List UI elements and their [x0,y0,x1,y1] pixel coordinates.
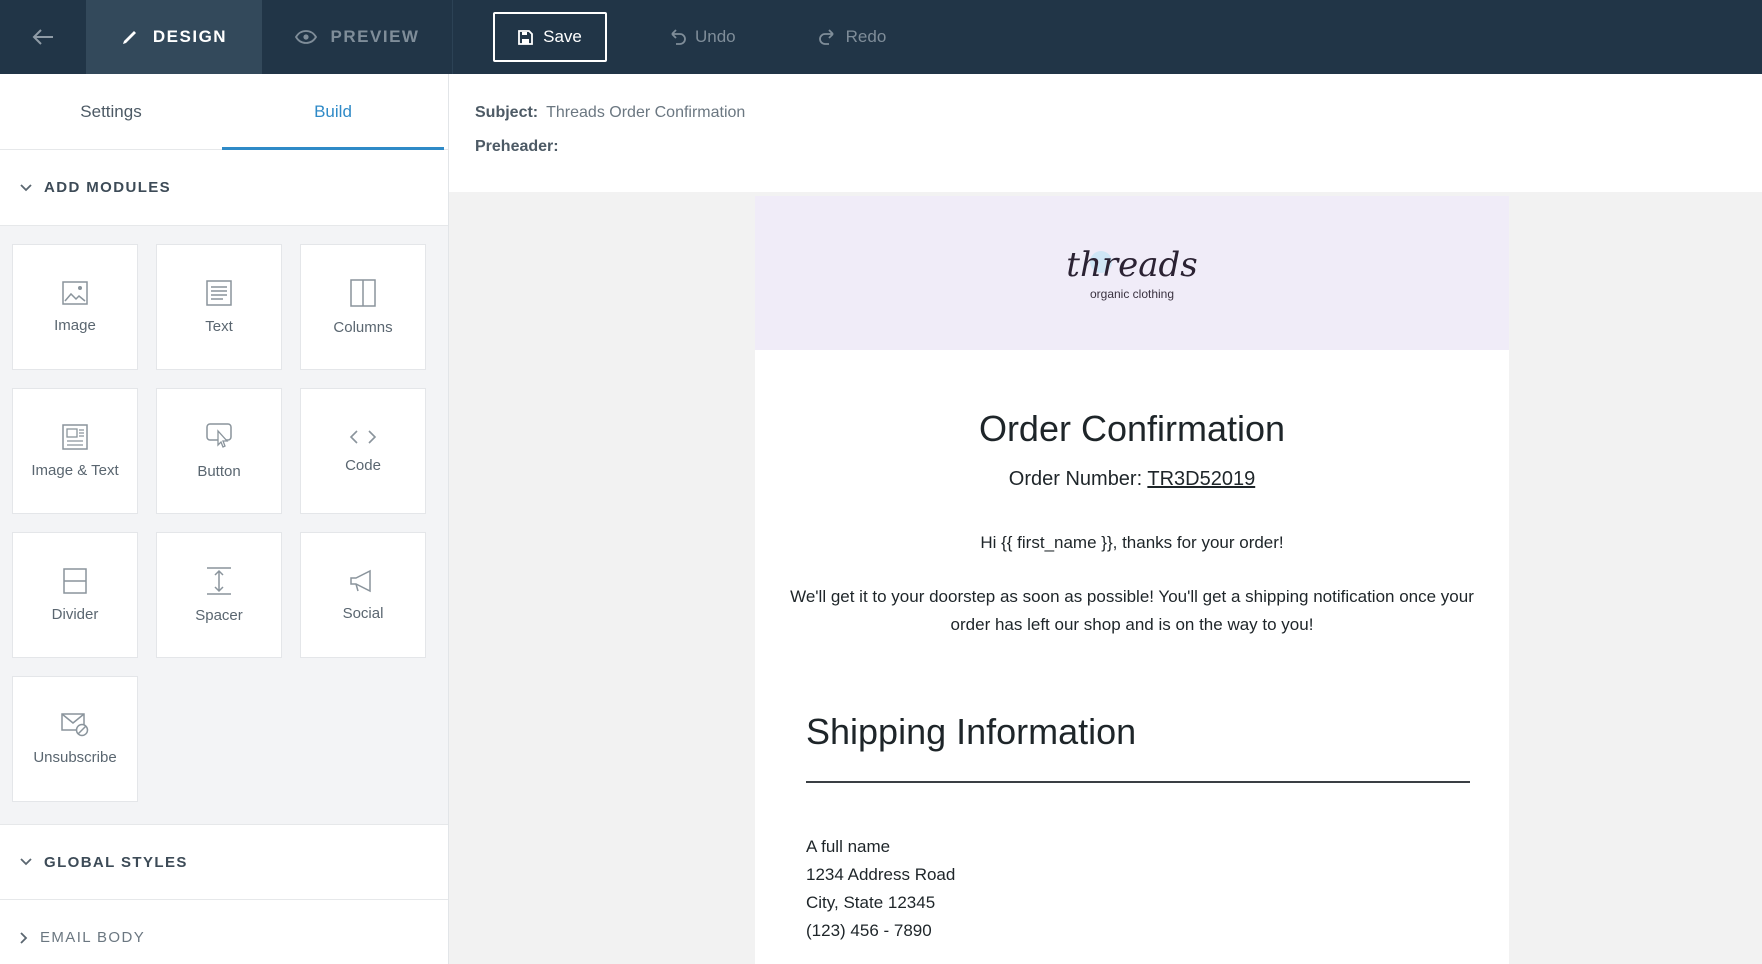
save-button-label: Save [543,27,582,46]
spacer-icon [207,566,231,595]
address-line: 1234 Address Road [806,865,956,884]
subject-row[interactable]: Subject: Threads Order Confirmation [475,104,1762,138]
module-label: Image & Text [31,461,119,479]
email-body-label: EMAIL BODY [40,929,146,946]
button-icon [206,422,232,448]
module-label: Image [54,316,96,334]
address-line: A full name [806,837,891,856]
chevron-down-icon [20,183,32,191]
order-number-label: Order Number: [1008,468,1143,490]
undo-button[interactable]: Undo [667,27,736,47]
email-preview: threads organic clothing Order Confirmat… [755,196,1509,964]
email-body-header[interactable]: EMAIL BODY [0,900,448,964]
undo-icon [671,29,686,45]
megaphone-icon [350,569,371,592]
preview-tab-label: PREVIEW [330,27,420,46]
undo-label: Undo [695,27,736,46]
module-button[interactable]: Button [156,388,282,514]
chevron-right-icon [20,931,28,944]
preview-tab[interactable]: PREVIEW [262,0,452,74]
module-label: Social [342,604,384,622]
module-label: Text [205,317,233,335]
tab-build[interactable]: Build [222,74,444,150]
add-modules-label: ADD MODULES [44,179,172,196]
logo-tagline: organic clothing [1089,287,1175,301]
module-columns[interactable]: Columns [300,244,426,370]
columns-icon [350,278,376,307]
unsubscribe-icon [61,712,89,736]
order-number-link[interactable]: TR3D52019 [1147,468,1255,490]
module-image-text[interactable]: Image & Text [12,388,138,514]
image-icon [62,280,88,305]
message-text[interactable]: We'll get it to your doorstep as soon as… [783,583,1481,639]
eye-icon [294,30,317,44]
module-social[interactable]: Social [300,532,426,658]
module-spacer[interactable]: Spacer [156,532,282,658]
design-tab-label: DESIGN [152,27,228,46]
tab-settings[interactable]: Settings [0,74,222,149]
brand-logo: threads [1066,245,1197,285]
sidebar: Settings Build ADD MODULES Image Text Co… [0,74,449,964]
save-disk-icon [518,29,534,45]
email-title[interactable]: Order Confirmation [755,408,1509,450]
chevron-down-icon [20,858,32,866]
sidebar-tabs: Settings Build [0,74,448,150]
order-number-line[interactable]: Order Number: TR3D52019 [755,468,1509,491]
shipping-title[interactable]: Shipping Information [806,711,1509,753]
text-icon [206,279,232,306]
global-styles-label: GLOBAL STYLES [44,853,188,871]
toolbar-divider [452,0,453,74]
shipping-address[interactable]: A full name 1234 Address Road City, Stat… [806,833,1509,945]
module-grid: Image Text Columns Image & Text Button C… [0,226,448,824]
code-icon [349,429,377,444]
subject-label: Subject: [475,104,539,121]
address-line: (123) 456 - 7890 [806,921,932,940]
module-label: Button [197,462,241,480]
redo-button[interactable]: Redo [818,27,887,47]
module-label: Unsubscribe [33,748,117,766]
preheader-row[interactable]: Preheader: [475,138,1762,172]
module-unsubscribe[interactable]: Unsubscribe [12,676,138,802]
module-label: Code [345,456,381,474]
image-text-icon [62,423,88,450]
module-image[interactable]: Image [12,244,138,370]
module-label: Divider [51,605,99,623]
email-meta: Subject: Threads Order Confirmation Preh… [449,74,1762,192]
preheader-label: Preheader: [475,138,559,155]
divider-icon [63,567,87,594]
redo-icon [818,29,834,45]
pencil-icon [122,31,136,44]
design-tab[interactable]: DESIGN [86,0,262,74]
module-divider[interactable]: Divider [12,532,138,658]
module-label: Spacer [195,606,243,624]
back-button[interactable] [0,0,86,74]
global-styles-header[interactable]: GLOBAL STYLES [0,824,448,900]
email-header-banner[interactable]: threads organic clothing [755,196,1509,350]
module-code[interactable]: Code [300,388,426,514]
add-modules-header[interactable]: ADD MODULES [0,150,448,226]
back-arrow-icon [32,29,53,45]
email-canvas: Subject: Threads Order Confirmation Preh… [449,74,1762,964]
subject-value[interactable]: Threads Order Confirmation [546,104,745,138]
shipping-divider [806,781,1470,783]
module-label: Columns [333,318,393,336]
redo-label: Redo [845,27,887,46]
greeting-text[interactable]: Hi {{ first_name }}, thanks for your ord… [755,533,1509,553]
logo-wordmark: threads [1066,245,1198,285]
address-line: City, State 12345 [806,893,936,912]
module-text[interactable]: Text [156,244,282,370]
top-toolbar: DESIGN PREVIEW Save Undo Redo [0,0,1762,74]
save-button[interactable]: Save [493,12,607,62]
